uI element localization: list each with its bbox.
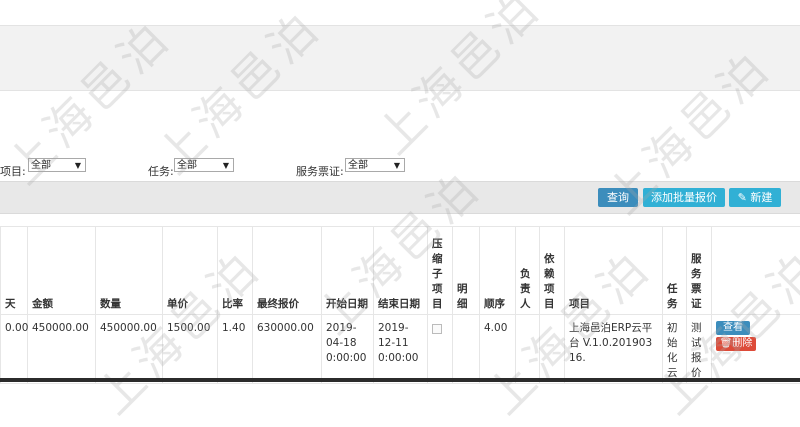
column-header[interactable]: 项目 [565,227,663,315]
project-filter-label: 项目: [0,163,26,179]
column-header-label: 任务 [667,282,682,312]
cell-quantity: 450000.00 [96,315,163,384]
column-header[interactable]: 天 [1,227,28,315]
task-text: 初始化云 [667,321,682,381]
view-button[interactable]: 查看 [716,321,750,335]
voucher-filter-select[interactable]: 全部 ▼ [345,158,405,172]
column-header[interactable]: 服务票证 [687,227,712,315]
column-header[interactable]: 任务 [663,227,687,315]
cell-actions: 查看 🗑删除 [712,315,800,384]
column-header-label: 依赖项目 [544,252,560,312]
pencil-icon: ✎ [738,191,747,204]
task-filter-label: 任务: [148,163,174,179]
dropdown-arrow-icon: ▼ [394,159,400,173]
column-header-label: 负责人 [520,267,535,312]
voucher-filter-label: 服务票证: [296,163,344,179]
column-header[interactable]: 结束日期 [374,227,428,315]
delete-button-label: 删除 [732,338,752,349]
bottom-border [0,378,800,382]
column-header[interactable]: 比率 [218,227,253,315]
voucher-text: 测试报价 [691,321,707,381]
column-header[interactable]: 数量 [96,227,163,315]
column-header-label: 明细 [457,282,475,312]
column-header[interactable]: 明细 [453,227,480,315]
cell-days: 0.00 [1,315,28,384]
batch-add-quote-button[interactable]: 添加批量报价 [643,188,725,207]
top-bar [0,0,800,24]
dropdown-arrow-icon: ▼ [223,159,229,173]
table-row: 0.00 450000.00 450000.00 1500.00 1.40 63… [1,315,800,384]
column-header[interactable]: 负责人 [516,227,540,315]
dropdown-arrow-icon: ▼ [75,159,81,173]
cell-task: 初始化云 [663,315,687,384]
project-link[interactable]: 上海邑泊ERP云平台 V.1.0.20190316. [569,321,658,366]
project-filter-value: 全部 [31,160,51,171]
trash-icon: 🗑 [720,338,733,349]
cell-final-quote: 630000.00 [253,315,322,384]
cell-compress [428,315,453,384]
column-header[interactable]: 最终报价 [253,227,322,315]
voucher-filter-value: 全部 [348,160,368,171]
cell-ratio: 1.40 [218,315,253,384]
table-header-row: 天 金额 数量 单价 比率 最终报价 开始日期 结束日期 压缩子项目 明细 顺序… [1,227,800,315]
column-header[interactable]: 单价 [163,227,218,315]
cell-amount: 450000.00 [28,315,96,384]
column-header[interactable]: 压缩子项目 [428,227,453,315]
cell-depends [540,315,565,384]
cell-start-date: 2019-04-18 0:00:00 [322,315,374,384]
new-button-label: 新建 [750,191,772,204]
column-header[interactable]: 顺序 [480,227,516,315]
cell-order: 4.00 [480,315,516,384]
compress-checkbox[interactable] [432,324,442,334]
task-filter-value: 全部 [177,160,197,171]
cell-owner [516,315,540,384]
column-header[interactable]: 金额 [28,227,96,315]
cell-detail [453,315,480,384]
column-header [712,227,800,315]
action-toolbar: 查询 添加批量报价 ✎ 新建 [0,181,800,214]
header-band [0,25,800,91]
cell-voucher: 测试报价 [687,315,712,384]
task-filter-select[interactable]: 全部 ▼ [174,158,234,172]
cell-end-date: 2019-12-11 0:00:00 [374,315,428,384]
new-button[interactable]: ✎ 新建 [729,188,781,207]
column-header-label: 压缩子项目 [432,237,448,312]
quote-table: 天 金额 数量 单价 比率 最终报价 开始日期 结束日期 压缩子项目 明细 顺序… [0,226,800,384]
column-header[interactable]: 开始日期 [322,227,374,315]
cell-project: 上海邑泊ERP云平台 V.1.0.20190316. [565,315,663,384]
delete-button[interactable]: 🗑删除 [716,337,756,351]
column-header-label: 服务票证 [691,252,707,312]
filter-bar: 项目: 全部 ▼ 任务: 全部 ▼ 服务票证: 全部 ▼ [0,155,800,181]
project-filter-select[interactable]: 全部 ▼ [28,158,86,172]
cell-unit-price: 1500.00 [163,315,218,384]
column-header[interactable]: 依赖项目 [540,227,565,315]
query-button[interactable]: 查询 [598,188,638,207]
